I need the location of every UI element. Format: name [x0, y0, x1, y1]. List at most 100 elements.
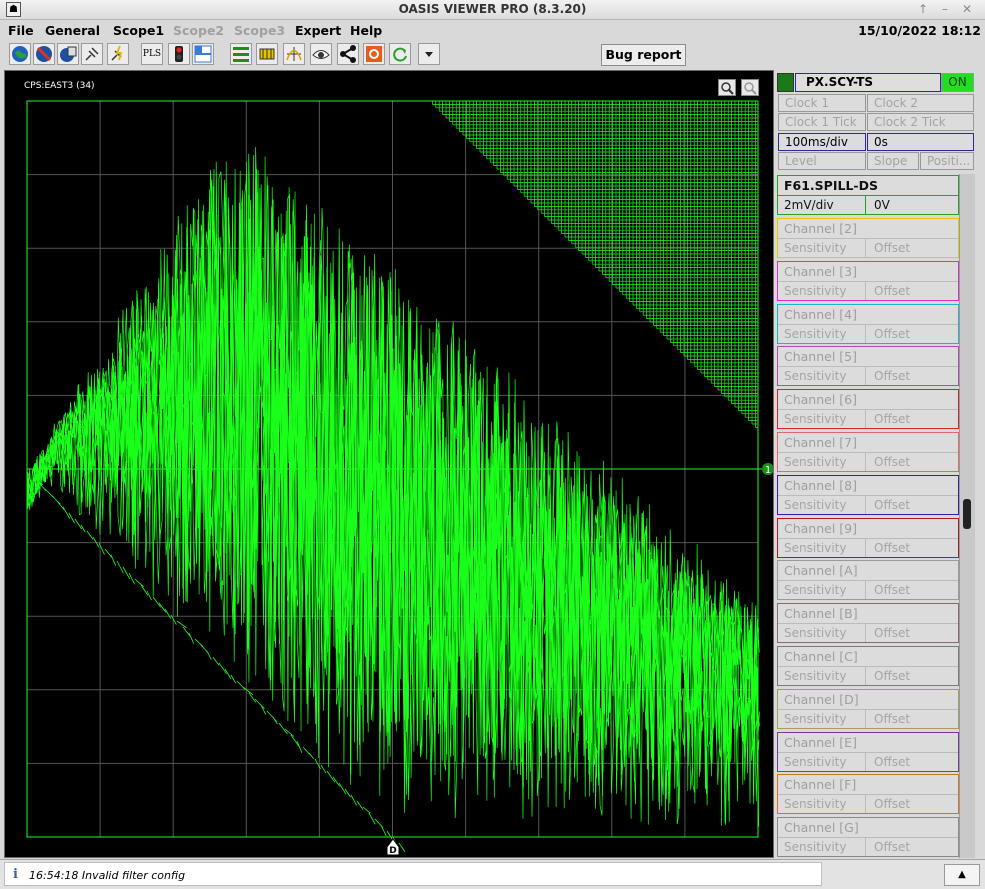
dropdown-icon[interactable]: [418, 43, 440, 65]
channel-offset[interactable]: Offset: [866, 666, 958, 685]
bug-report-button[interactable]: Bug report: [601, 44, 686, 66]
expand-status-button[interactable]: ▲: [944, 864, 980, 886]
menu-help[interactable]: Help: [350, 23, 382, 38]
minimize-icon[interactable]: –: [936, 1, 954, 17]
plug-icon[interactable]: [81, 43, 103, 65]
channel-sensitivity[interactable]: Sensitivity: [778, 537, 866, 557]
channel-offset[interactable]: Offset: [866, 537, 958, 557]
channel-name[interactable]: Channel [E]: [778, 733, 958, 752]
trigger-color-swatch[interactable]: [777, 73, 794, 92]
channel-name[interactable]: Channel [3]: [778, 262, 958, 281]
channel-offset[interactable]: Offset: [866, 837, 958, 856]
channel-offset[interactable]: Offset: [866, 708, 958, 728]
channel-sensitivity[interactable]: Sensitivity: [778, 708, 866, 728]
channel-sensitivity[interactable]: Sensitivity: [778, 666, 866, 685]
globe-icon[interactable]: [9, 43, 31, 65]
chip-icon[interactable]: [256, 43, 278, 65]
channel-sensitivity[interactable]: Sensitivity: [778, 837, 866, 857]
channel-name[interactable]: Channel [5]: [778, 347, 958, 366]
channel-offset[interactable]: Offset: [866, 494, 958, 514]
pls-button[interactable]: PLS: [141, 43, 163, 65]
channel-offset[interactable]: Offset: [866, 751, 958, 771]
channel-name[interactable]: Channel [7]: [778, 433, 958, 452]
menu-general[interactable]: General: [45, 23, 100, 38]
plug-lightning-icon[interactable]: [107, 43, 129, 65]
channel-name[interactable]: Channel [A]: [778, 561, 958, 580]
refresh-icon[interactable]: [389, 43, 411, 65]
channel-offset[interactable]: Offset: [866, 366, 958, 385]
channel-name[interactable]: Channel [6]: [778, 390, 958, 409]
channel-offset[interactable]: Offset: [866, 280, 958, 300]
channel-offset[interactable]: Offset: [866, 623, 958, 642]
channel-name[interactable]: Channel [B]: [778, 604, 958, 623]
menu-scope1[interactable]: Scope1: [113, 23, 164, 38]
lines-icon[interactable]: [230, 43, 252, 65]
channel-1-group: F61.SPILL-DS 2mV/div 0V: [777, 175, 959, 215]
channel-name[interactable]: Channel [F]: [778, 775, 958, 794]
menu-bar: File General Scope1 Scope2 Scope3 Expert…: [0, 21, 985, 40]
zoom-out-icon[interactable]: [741, 79, 759, 96]
trigger-name[interactable]: PX.SCY-TS: [795, 73, 941, 92]
channel-offset[interactable]: Offset: [866, 409, 958, 428]
channel-name[interactable]: Channel [9]: [778, 519, 958, 538]
channel-name[interactable]: Channel [D]: [778, 690, 958, 709]
position-field[interactable]: Positi...: [920, 152, 974, 170]
save-icon[interactable]: [57, 43, 79, 65]
channel-name[interactable]: Channel [2]: [778, 219, 958, 238]
channel-sensitivity[interactable]: Sensitivity: [778, 409, 866, 429]
delay-field[interactable]: 0s: [867, 133, 974, 151]
channel-group: Channel [G] Sensitivity Offset: [777, 817, 959, 858]
channel-1-sensitivity[interactable]: 2mV/div: [778, 195, 866, 214]
panel-scrollbar[interactable]: [959, 174, 975, 858]
channel-sensitivity[interactable]: Sensitivity: [778, 238, 866, 257]
channel-group: Channel [8] Sensitivity Offset: [777, 474, 959, 515]
channel-1-name[interactable]: F61.SPILL-DS: [778, 176, 958, 195]
channel-name[interactable]: Channel [4]: [778, 305, 958, 324]
channel-sensitivity[interactable]: Sensitivity: [778, 623, 866, 643]
trigger-on-toggle[interactable]: ON: [941, 73, 974, 92]
channel-sensitivity[interactable]: Sensitivity: [778, 751, 866, 771]
waveform-plot: 1D: [26, 100, 774, 856]
eye-icon[interactable]: [310, 43, 332, 65]
channel-offset[interactable]: Offset: [866, 238, 958, 257]
share-icon[interactable]: [337, 43, 359, 65]
channel-name[interactable]: Channel [G]: [778, 818, 958, 837]
channel-sensitivity[interactable]: Sensitivity: [778, 280, 866, 300]
channel-sensitivity[interactable]: Sensitivity: [778, 580, 866, 600]
timebase-field[interactable]: 100ms/div: [778, 133, 866, 151]
layout-icon[interactable]: [192, 43, 214, 65]
channel-sensitivity[interactable]: Sensitivity: [778, 366, 866, 386]
menu-scope2: Scope2: [173, 23, 225, 38]
channel-sensitivity[interactable]: Sensitivity: [778, 323, 866, 343]
channel-sensitivity[interactable]: Sensitivity: [778, 794, 866, 814]
level-field[interactable]: Level: [778, 152, 866, 170]
ban-icon[interactable]: [33, 43, 55, 65]
channel-name[interactable]: Channel [C]: [778, 647, 958, 666]
clock2-tick-field[interactable]: Clock 2 Tick: [867, 113, 974, 131]
channel-1-offset[interactable]: 0V: [866, 195, 958, 214]
pin-icon[interactable]: ↑: [914, 1, 932, 17]
channel-name[interactable]: Channel [8]: [778, 476, 958, 495]
channel-offset[interactable]: Offset: [866, 794, 958, 813]
window-title: OASIS VIEWER PRO (8.3.20): [398, 2, 587, 16]
clock2-field[interactable]: Clock 2: [867, 94, 974, 112]
scope-display[interactable]: 1D: [4, 70, 774, 858]
channel-offset[interactable]: Offset: [866, 323, 958, 343]
close-icon[interactable]: ✕: [958, 1, 976, 17]
channel-offset[interactable]: Offset: [866, 580, 958, 599]
menu-file[interactable]: File: [8, 23, 34, 38]
zoom-in-icon[interactable]: [718, 79, 736, 96]
menu-expert[interactable]: Expert: [295, 23, 341, 38]
channel-offset[interactable]: Offset: [866, 452, 958, 471]
chart-icon[interactable]: [283, 43, 305, 65]
channel-sensitivity[interactable]: Sensitivity: [778, 452, 866, 471]
clock1-field[interactable]: Clock 1: [778, 94, 866, 112]
channel-group: Channel [2] Sensitivity Offset: [777, 218, 959, 258]
channel-group: Channel [E] Sensitivity Offset: [777, 731, 959, 772]
slope-field[interactable]: Slope: [867, 152, 919, 170]
channel-sensitivity[interactable]: Sensitivity: [778, 494, 866, 514]
clock1-tick-field[interactable]: Clock 1 Tick: [778, 113, 866, 131]
record-icon[interactable]: [363, 43, 385, 65]
scrollbar-thumb[interactable]: [963, 499, 971, 529]
traffic-light-icon[interactable]: [168, 43, 190, 65]
